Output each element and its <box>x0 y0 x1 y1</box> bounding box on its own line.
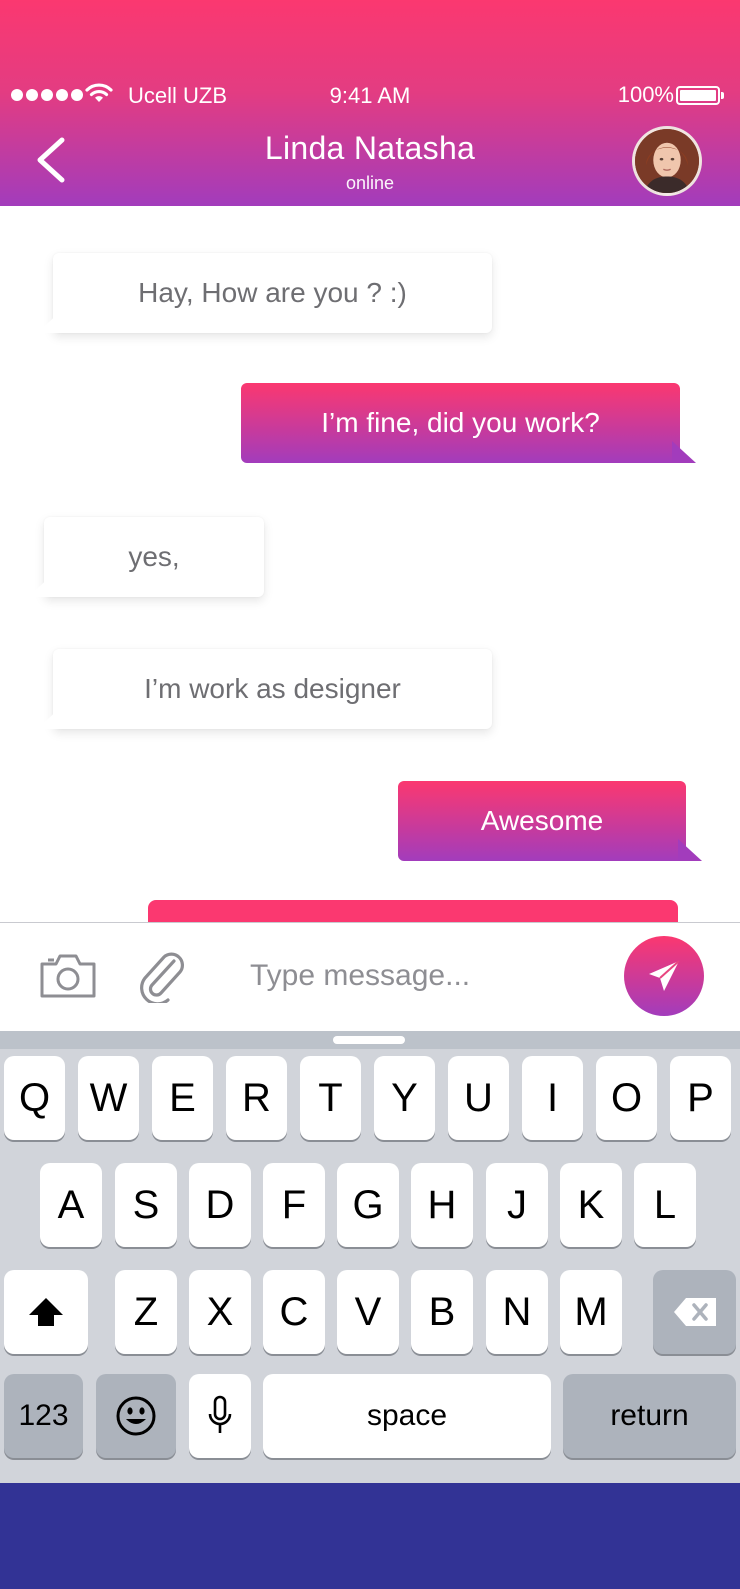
key-d[interactable]: D <box>189 1163 251 1247</box>
incoming-message[interactable]: Hay, How are you ? :) <box>53 253 492 333</box>
message-text: Awesome <box>480 805 604 836</box>
send-icon <box>649 960 680 991</box>
key-k[interactable]: K <box>560 1163 622 1247</box>
key-u[interactable]: U <box>448 1056 509 1140</box>
keyboard-top-bar <box>0 1031 740 1049</box>
key-c[interactable]: C <box>263 1270 325 1354</box>
message-text: yes, <box>128 541 180 572</box>
key-r[interactable]: R <box>226 1056 287 1140</box>
key-e[interactable]: E <box>152 1056 213 1140</box>
key-m[interactable]: M <box>560 1270 622 1354</box>
key-w[interactable]: W <box>78 1056 139 1140</box>
key-t[interactable]: T <box>300 1056 361 1140</box>
backspace-icon <box>673 1298 716 1326</box>
key-y[interactable]: Y <box>374 1056 435 1140</box>
camera-icon[interactable] <box>38 950 98 1000</box>
keyboard-handle[interactable] <box>333 1036 405 1044</box>
message-composer <box>0 922 740 1031</box>
keyboard: Q W E R T Y U I O P A S D F G H J K L Z … <box>0 1031 740 1483</box>
key-g[interactable]: G <box>337 1163 399 1247</box>
key-a[interactable]: A <box>40 1163 102 1247</box>
key-o[interactable]: O <box>596 1056 657 1140</box>
battery-icon <box>676 86 724 105</box>
key-p[interactable]: P <box>670 1056 731 1140</box>
message-input[interactable] <box>236 951 606 1001</box>
bottom-bar <box>0 1483 740 1589</box>
space-key[interactable]: space <box>263 1374 551 1458</box>
attachment-icon[interactable] <box>136 947 188 1003</box>
emoji-icon <box>116 1396 156 1436</box>
return-key[interactable]: return <box>563 1374 736 1458</box>
shift-icon <box>29 1298 63 1326</box>
incoming-message[interactable]: I’m work as designer <box>53 649 492 729</box>
microphone-icon <box>208 1395 232 1433</box>
outgoing-message-partial[interactable] <box>148 900 678 922</box>
emoji-key[interactable] <box>96 1374 176 1458</box>
contact-status: online <box>345 173 395 193</box>
key-q[interactable]: Q <box>4 1056 65 1140</box>
battery-percentage: 100% <box>617 82 674 107</box>
send-button[interactable] <box>624 936 704 1016</box>
key-x[interactable]: X <box>189 1270 251 1354</box>
message-text: I’m fine, did you work? <box>321 407 600 438</box>
key-n[interactable]: N <box>486 1270 548 1354</box>
dictation-key[interactable] <box>189 1374 251 1458</box>
contact-title: Linda Natasha online <box>0 130 740 194</box>
key-s[interactable]: S <box>115 1163 177 1247</box>
shift-key[interactable] <box>4 1270 88 1354</box>
chat-header: Ucell UZB 9:41 AM 100% Linda Natasha onl… <box>0 0 740 206</box>
key-z[interactable]: Z <box>115 1270 177 1354</box>
contact-name: Linda Natasha <box>264 130 476 166</box>
status-bar: Ucell UZB 9:41 AM 100% <box>0 80 740 110</box>
contact-avatar[interactable] <box>632 126 702 196</box>
numbers-key[interactable]: 123 <box>4 1374 83 1458</box>
outgoing-message[interactable]: Awesome <box>398 781 686 861</box>
key-f[interactable]: F <box>263 1163 325 1247</box>
key-i[interactable]: I <box>522 1056 583 1140</box>
outgoing-message[interactable]: I’m fine, did you work? <box>241 383 680 463</box>
backspace-key[interactable] <box>653 1270 736 1354</box>
key-h[interactable]: H <box>411 1163 473 1247</box>
message-list[interactable]: Hay, How are you ? :) I’m fine, did you … <box>0 206 740 922</box>
key-b[interactable]: B <box>411 1270 473 1354</box>
key-v[interactable]: V <box>337 1270 399 1354</box>
key-l[interactable]: L <box>634 1163 696 1247</box>
message-text: I’m work as designer <box>144 673 401 704</box>
incoming-message[interactable]: yes, <box>44 517 264 597</box>
key-j[interactable]: J <box>486 1163 548 1247</box>
message-text: Hay, How are you ? :) <box>138 277 407 308</box>
